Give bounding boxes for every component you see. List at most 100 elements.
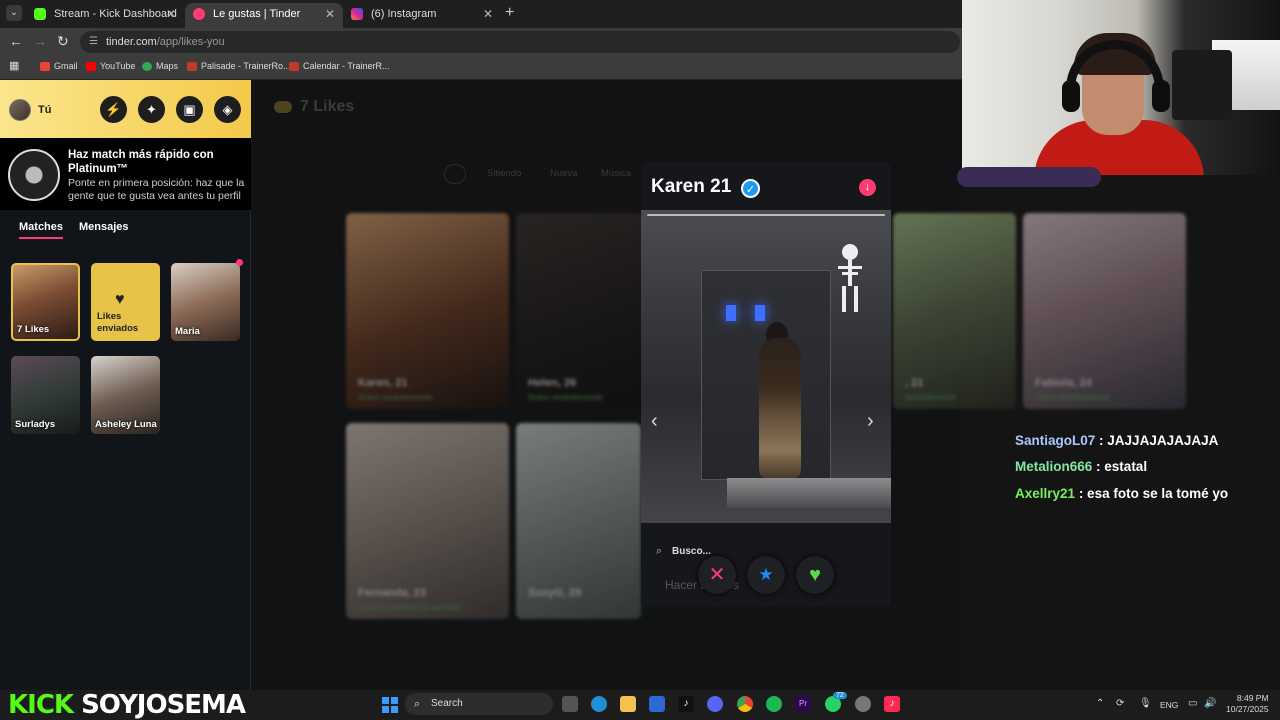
clock-date: 10/27/2025 (1226, 704, 1269, 714)
obs-icon[interactable] (855, 696, 871, 712)
nope-button[interactable]: ✕ (698, 556, 736, 594)
tray-chevron-icon[interactable]: ⌃ (1096, 698, 1104, 709)
card-surladys[interactable]: Surladys (11, 356, 80, 434)
like-card[interactable]: SusyG, 29 (516, 423, 641, 619)
language-indicator[interactable]: ENG (1160, 700, 1178, 710)
bookmark-label: Gmail (54, 61, 78, 71)
close-tab-icon[interactable]: ✕ (166, 3, 176, 25)
tiktok-icon[interactable]: ♪ (678, 696, 694, 712)
card-asheley-luna[interactable]: Asheley Luna (91, 356, 160, 434)
like-card-status: servicio nacional de aprendiz... (358, 603, 468, 612)
bookmark-maps[interactable]: Maps (142, 61, 178, 71)
chat-message: : estatal (1096, 459, 1148, 474)
like-card-status: Activo recientemente (528, 393, 603, 402)
address-bar[interactable]: ☰ tinder.com/app/likes-you (80, 31, 960, 53)
back-arrow-icon[interactable]: ← (9, 33, 23, 49)
tab-tinder[interactable]: Le gustas | Tinder ✕ (185, 3, 343, 28)
tray-sync-icon[interactable]: ⟳ (1116, 698, 1124, 709)
promo-text: Ponte en primera posición: haz que la ge… (68, 177, 245, 202)
taskbar-search-box[interactable]: ⌕ Search (405, 693, 553, 715)
user-label[interactable]: Tú (38, 104, 51, 116)
card-7-likes[interactable]: 7 Likes (11, 263, 80, 341)
tab-label: Le gustas | Tinder (213, 8, 301, 20)
new-tab-plus-icon[interactable]: + (505, 4, 514, 22)
like-card-status: recientemente (905, 393, 956, 402)
chat-username: SantiagoL07 (1015, 433, 1096, 448)
close-tab-icon[interactable]: ✕ (483, 3, 493, 25)
kick-favicon-icon (34, 8, 46, 20)
card-maria[interactable]: Maria (171, 263, 240, 341)
close-tab-icon[interactable]: ✕ (325, 3, 335, 25)
bookmark-label: Calendar - TrainerR... (303, 61, 390, 71)
taskbar-clock[interactable]: 8:49 PM 10/27/2025 (1226, 693, 1269, 715)
likes-heart-icon (274, 101, 292, 113)
display-icon[interactable]: ▭ (1188, 698, 1197, 709)
platinum-promo[interactable]: Haz match más rápido con Platinum™ Ponte… (0, 138, 251, 210)
discord-icon[interactable] (707, 696, 723, 712)
microphone-icon[interactable]: 🎙 (1139, 698, 1152, 709)
search-icon: ⌕ (656, 545, 663, 557)
reload-icon[interactable]: ↻ (57, 33, 69, 50)
bookmark-calendar[interactable]: Calendar - TrainerR... (289, 61, 390, 71)
like-button[interactable]: ♥ (796, 556, 834, 594)
volume-icon[interactable]: 🔊 (1204, 698, 1216, 709)
task-view-icon[interactable] (562, 696, 578, 712)
like-card[interactable]: Karen, 21 Activo recientemente (346, 213, 509, 409)
boost-icon[interactable]: ⚡ (100, 96, 127, 123)
windows-start-icon[interactable] (382, 697, 398, 713)
tab-instagram[interactable]: (6) Instagram ✕ (343, 3, 501, 28)
like-card[interactable]: Fabiola, 24 Activo recientemente (1023, 213, 1186, 409)
kick-brand: KICK (8, 690, 74, 720)
explore-compass-icon[interactable]: ✦ (138, 96, 165, 123)
next-photo-chevron-icon[interactable]: › (867, 410, 874, 433)
like-card[interactable]: , 21 recientemente (893, 213, 1016, 409)
browser-toolbar: ← → ↻ ☰ tinder.com/app/likes-you (0, 28, 962, 56)
forward-arrow-icon[interactable]: → (33, 33, 47, 49)
like-card[interactable]: Fernanda, 23 servicio nacional de aprend… (346, 423, 509, 619)
bookmark-youtube[interactable]: YouTube (86, 61, 135, 71)
url-path: /app/likes-you (156, 36, 225, 48)
sidebar-header: Tú ⚡ ✦ ▣ ◈ (0, 80, 251, 138)
shield-icon[interactable]: ◈ (214, 96, 241, 123)
filter-chip[interactable]: Nueva (550, 168, 577, 179)
file-explorer-icon[interactable] (620, 696, 636, 712)
photo-person (759, 338, 801, 478)
bookmark-label: Palisade - TrainerRo... (201, 61, 291, 71)
filter-chip[interactable]: Música (601, 168, 631, 179)
apps-grid-icon[interactable]: ▦ (9, 59, 19, 72)
collapse-profile-icon[interactable]: ↓ (859, 179, 876, 196)
tab-label: (6) Instagram (371, 8, 437, 20)
kick-channel-overlay: KICK SOYJOSEMA (8, 690, 246, 720)
browser-tabbar: ⌄ Stream - Kick Dashboard ✕ Le gustas | … (0, 0, 962, 28)
search-icon: ⌕ (414, 698, 421, 710)
tab-mensajes[interactable]: Mensajes (79, 221, 129, 233)
channel-name: SOYJOSEMA (81, 690, 246, 720)
prev-photo-chevron-icon[interactable]: ‹ (651, 410, 658, 433)
platinum-ring-icon (8, 149, 60, 201)
avatar[interactable] (9, 99, 31, 121)
tab-matches[interactable]: Matches (19, 221, 64, 239)
elevator-light (726, 305, 736, 321)
premiere-pro-icon[interactable]: Pr (795, 696, 811, 712)
profile-photo[interactable]: ‹ › (641, 210, 891, 523)
site-info-icon[interactable]: ☰ (89, 31, 98, 53)
filter-icon[interactable] (444, 164, 466, 184)
get-gold-button[interactable] (957, 167, 1101, 187)
super-like-button[interactable]: ★ (747, 556, 785, 594)
briefcase-icon[interactable]: ▣ (176, 96, 203, 123)
bookmark-palisade[interactable]: Palisade - TrainerRo... (187, 61, 291, 71)
chat-line: SantiagoL07 : JAJJAJAJAJAJA (1015, 433, 1218, 448)
card-likes-enviados[interactable]: ♥ Likes enviados (91, 263, 160, 341)
elevator-light (755, 305, 765, 321)
bookmark-gmail[interactable]: Gmail (40, 61, 78, 71)
chrome-icon[interactable] (737, 696, 753, 712)
tab-search-menu-icon[interactable]: ⌄ (6, 5, 22, 21)
headset-earcup (1062, 80, 1080, 112)
edge-icon[interactable] (591, 696, 607, 712)
tab-kick-dashboard[interactable]: Stream - Kick Dashboard ✕ (26, 3, 184, 28)
promo-title: Haz match más rápido con Platinum™ (68, 149, 214, 175)
filter-chip[interactable]: Sitiendo (487, 168, 521, 179)
spotify-icon[interactable] (766, 696, 782, 712)
store-icon[interactable] (649, 696, 665, 712)
tiktok-live-icon[interactable]: ♪ (884, 696, 900, 712)
